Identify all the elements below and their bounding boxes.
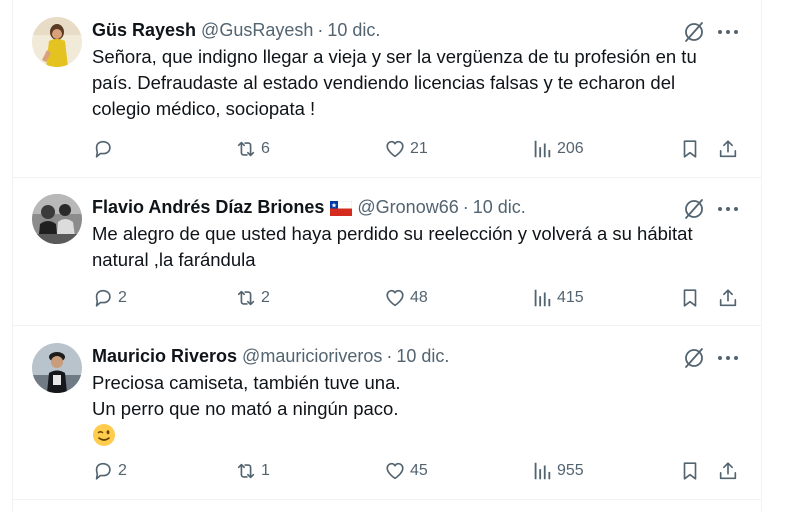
- share-button[interactable]: [717, 285, 743, 311]
- tweet-text-line: Señora, que indigno llegar a vieja y ser…: [92, 46, 697, 119]
- repost-button[interactable]: 1: [235, 458, 270, 484]
- views-button[interactable]: 415: [531, 285, 584, 311]
- share-icon: [719, 289, 737, 307]
- tweet-feed: Güs Rayesh @GusRayesh · 10 dic. Señora, …: [12, 0, 762, 512]
- display-name[interactable]: Güs Rayesh: [92, 20, 196, 41]
- grok-icon[interactable]: [682, 346, 706, 370]
- like-button[interactable]: 21: [384, 136, 428, 162]
- tweet-header: Mauricio Riveros @mauricioriveros · 10 d…: [92, 345, 450, 367]
- repost-count: 1: [261, 462, 270, 479]
- user-handle[interactable]: @mauricioriveros: [242, 346, 382, 367]
- more-icon[interactable]: [715, 20, 741, 44]
- heart-icon: [386, 289, 404, 307]
- user-handle[interactable]: @Gronow66: [357, 197, 458, 218]
- reply-count: 2: [118, 462, 127, 479]
- bookmark-button[interactable]: [679, 458, 705, 484]
- avatar[interactable]: [32, 343, 82, 393]
- like-count: 45: [410, 462, 428, 479]
- views-icon: [534, 462, 551, 480]
- reply-button[interactable]: 2: [92, 458, 127, 484]
- tweet-text-line: Me alegro de que usted haya perdido su r…: [92, 223, 693, 270]
- reply-icon: [95, 462, 111, 480]
- view-count: 415: [557, 289, 584, 306]
- reply-icon: [95, 140, 111, 158]
- action-bar: 6 21 206: [13, 136, 761, 162]
- action-bar: 2 2 48 415: [13, 285, 761, 311]
- tweet[interactable]: Mauricio Riveros @mauricioriveros · 10 d…: [13, 326, 761, 500]
- grok-icon[interactable]: [682, 20, 706, 44]
- repost-icon: [237, 463, 255, 479]
- tweet[interactable]: Flavio Andrés Díaz Briones @Gronow66 · 1…: [13, 177, 761, 326]
- like-count: 48: [410, 289, 428, 306]
- tweet-header: Flavio Andrés Díaz Briones @Gronow66 · 1…: [92, 196, 526, 218]
- display-name[interactable]: Mauricio Riveros: [92, 346, 237, 367]
- timestamp[interactable]: 10 dic.: [473, 197, 526, 218]
- like-button[interactable]: 45: [384, 458, 428, 484]
- reply-icon: [95, 289, 111, 307]
- timestamp[interactable]: 10 dic.: [327, 20, 380, 41]
- display-name[interactable]: Flavio Andrés Díaz Briones: [92, 197, 324, 218]
- tweet-text: Preciosa camiseta, también tuve una. Un …: [92, 370, 737, 448]
- tweet[interactable]: Güs Rayesh @GusRayesh · 10 dic. Señora, …: [13, 0, 761, 178]
- more-icon[interactable]: [715, 197, 741, 221]
- bookmark-icon: [683, 140, 697, 158]
- chile-flag-icon: [330, 200, 353, 216]
- tweet-text-line: Preciosa camiseta, también tuve una.: [92, 372, 401, 393]
- reply-button[interactable]: 2: [92, 285, 127, 311]
- bookmark-button[interactable]: [679, 136, 705, 162]
- reply-count: 2: [118, 289, 127, 306]
- share-icon: [719, 462, 737, 480]
- repost-button[interactable]: 6: [235, 136, 270, 162]
- views-icon: [534, 140, 551, 158]
- share-button[interactable]: [717, 136, 743, 162]
- view-count: 206: [557, 140, 584, 157]
- share-button[interactable]: [717, 458, 743, 484]
- like-count: 21: [410, 140, 428, 157]
- tweet-header: Güs Rayesh @GusRayesh · 10 dic.: [92, 19, 381, 41]
- like-button[interactable]: 48: [384, 285, 428, 311]
- views-button[interactable]: 206: [531, 136, 584, 162]
- bookmark-icon: [683, 289, 697, 307]
- more-icon[interactable]: [715, 346, 741, 370]
- grok-icon[interactable]: [682, 197, 706, 221]
- tweet-text-line: Un perro que no mató a ningún paco.: [92, 398, 399, 419]
- repost-button[interactable]: 2: [235, 285, 270, 311]
- avatar[interactable]: [32, 17, 82, 67]
- tweet-text: Señora, que indigno llegar a vieja y ser…: [92, 44, 737, 122]
- repost-count: 6: [261, 140, 270, 157]
- user-handle[interactable]: @GusRayesh: [201, 20, 313, 41]
- bookmark-button[interactable]: [679, 285, 705, 311]
- bookmark-icon: [683, 462, 697, 480]
- heart-icon: [386, 140, 404, 158]
- heart-icon: [386, 462, 404, 480]
- avatar[interactable]: [32, 194, 82, 244]
- action-bar: 2 1 45 955: [13, 458, 761, 484]
- views-icon: [534, 289, 551, 307]
- repost-icon: [237, 290, 255, 306]
- reply-button[interactable]: [92, 136, 118, 162]
- repost-count: 2: [261, 289, 270, 306]
- share-icon: [719, 140, 737, 158]
- tweet-text: Me alegro de que usted haya perdido su r…: [92, 221, 737, 273]
- winking-face-emoji-icon: [92, 423, 116, 447]
- view-count: 955: [557, 462, 584, 479]
- views-button[interactable]: 955: [531, 458, 584, 484]
- timestamp[interactable]: 10 dic.: [396, 346, 449, 367]
- repost-icon: [237, 141, 255, 157]
